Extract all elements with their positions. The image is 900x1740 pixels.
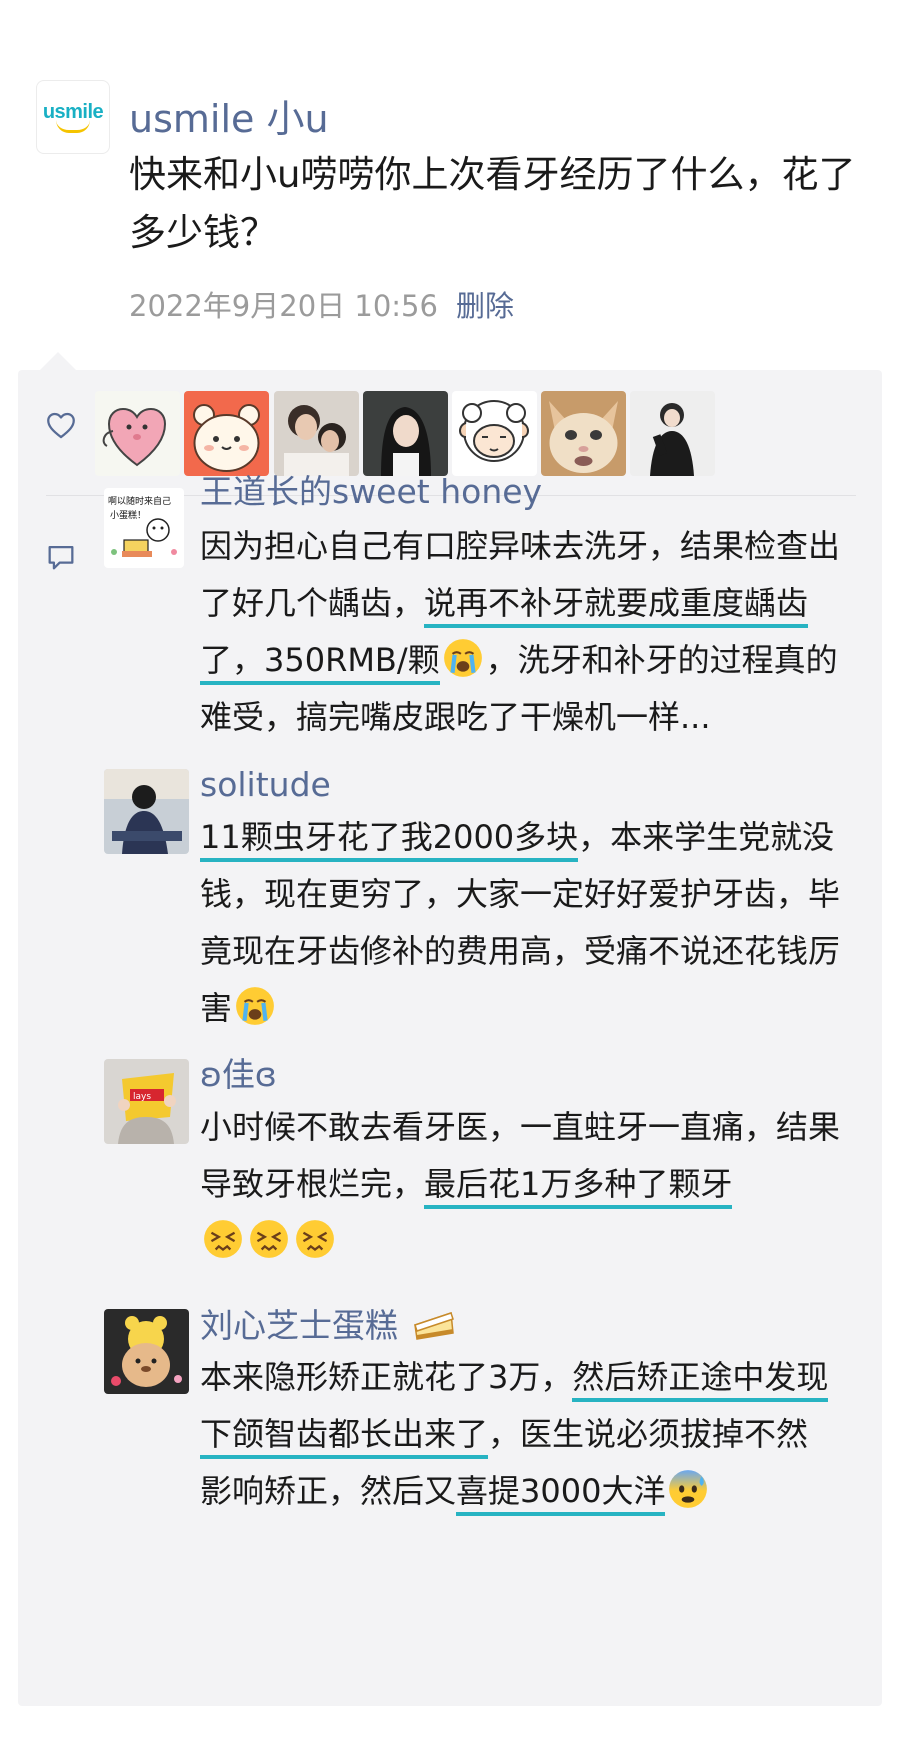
svg-text:小蛋糕！: 小蛋糕！ bbox=[110, 509, 146, 521]
comment-author[interactable]: 刘心芝士蛋糕 bbox=[200, 1305, 459, 1346]
comment-text: 11颗虫牙花了我2000多块，本来学生党就没钱，现在更穷了，大家一定好好爱护牙齿… bbox=[200, 809, 840, 1037]
like-avatar-2[interactable] bbox=[184, 391, 269, 476]
comment-author[interactable]: ʚ佳ɞ bbox=[200, 1055, 277, 1095]
like-avatar-5[interactable] bbox=[452, 391, 537, 476]
like-avatar-1[interactable] bbox=[95, 391, 180, 476]
post-date: 2022年9月20日 10:56 bbox=[129, 289, 438, 323]
author-avatar[interactable]: usmile bbox=[36, 80, 110, 154]
anxious-face-icon bbox=[669, 1470, 708, 1508]
like-avatar-6[interactable] bbox=[541, 391, 626, 476]
likes-comments-panel: 啊以随时来自己 小蛋糕！ 王道长的sweet honey 因为担心自己有口腔异味… bbox=[18, 370, 882, 1706]
comment-avatar[interactable] bbox=[104, 1309, 189, 1394]
comment-text: 因为担心自己有口腔异味去洗牙，结果检查出了好几个龋齿，说再不补牙就要成重度龋齿了… bbox=[200, 518, 840, 746]
highlighted-text: 11颗虫牙花了我2000多块 bbox=[200, 818, 579, 862]
crying-face-icon bbox=[236, 987, 274, 1025]
comment-avatar[interactable]: 啊以随时来自己 小蛋糕！ bbox=[104, 488, 184, 568]
svg-text:啊以随时来自己: 啊以随时来自己 bbox=[108, 495, 171, 507]
comment-avatar[interactable] bbox=[104, 769, 189, 854]
persevering-face-icon bbox=[250, 1220, 288, 1258]
author-name[interactable]: usmile 小u bbox=[129, 88, 329, 143]
cheesecake-icon bbox=[413, 1311, 454, 1340]
panel-arrow bbox=[40, 352, 76, 370]
persevering-face-icon bbox=[296, 1220, 334, 1258]
like-avatar-4[interactable] bbox=[363, 391, 448, 476]
comment-author-name: 刘心芝士蛋糕 bbox=[200, 1306, 398, 1345]
comment-author[interactable]: 王道长的sweet honey bbox=[200, 472, 542, 512]
comment-text: 本来隐形矫正就花了3万，然后矫正途中发现下颌智齿都长出来了，医生说必须拔掉不然影… bbox=[200, 1349, 840, 1520]
post-meta: 2022年9月20日 10:56 删除 bbox=[129, 283, 514, 325]
comment-text-part: 本来隐形矫正就花了3万， bbox=[200, 1358, 573, 1396]
highlighted-text: 最后花1万多种了颗牙 bbox=[424, 1165, 733, 1209]
comment-icon bbox=[48, 545, 74, 570]
persevering-face-icon bbox=[204, 1220, 242, 1258]
like-avatar-7[interactable] bbox=[630, 391, 715, 476]
like-avatar-3[interactable] bbox=[274, 391, 359, 476]
highlighted-text: 喜提3000大洋 bbox=[456, 1472, 666, 1516]
comment-avatar[interactable]: lays bbox=[104, 1059, 189, 1144]
crying-face-icon bbox=[443, 639, 482, 677]
svg-text:lays: lays bbox=[133, 1092, 151, 1102]
comment-text: 小时候不敢去看牙医，一直蛀牙一直痛，结果导致牙根烂完，最后花1万多种了颗牙 bbox=[200, 1099, 840, 1270]
delete-link[interactable]: 删除 bbox=[456, 289, 514, 323]
heart-icon bbox=[47, 412, 75, 439]
post-text: 快来和小u唠唠你上次看牙经历了什么，花了多少钱？ bbox=[129, 153, 856, 254]
comment-author[interactable]: solitude bbox=[200, 765, 331, 805]
logo-smile-icon bbox=[56, 120, 90, 133]
